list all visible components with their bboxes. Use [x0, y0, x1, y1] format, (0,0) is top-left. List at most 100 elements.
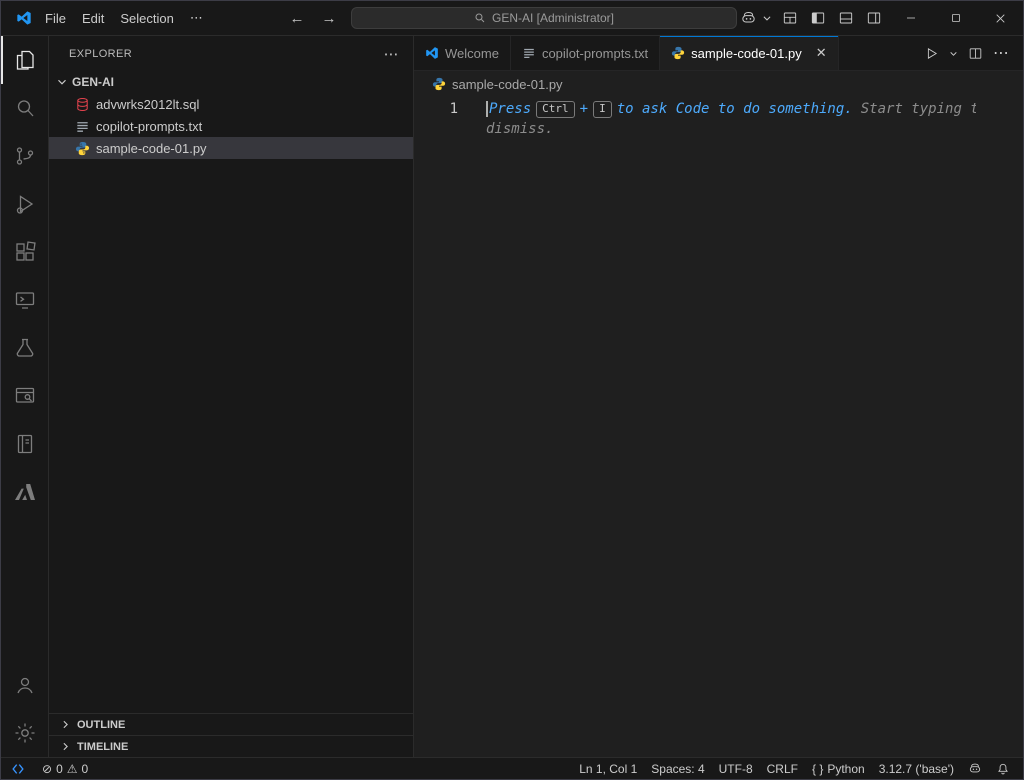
- chevron-down-icon[interactable]: [762, 1, 776, 35]
- language-mode[interactable]: { } Python: [805, 762, 872, 776]
- minimize-icon[interactable]: [888, 1, 933, 35]
- copilot-icon[interactable]: [734, 1, 762, 35]
- explorer-icon[interactable]: [1, 36, 49, 84]
- ghost-text-mid: to ask Code to do something.: [617, 99, 853, 119]
- titlebar-actions: [734, 1, 1023, 35]
- search-label: GEN-AI [Administrator]: [492, 11, 614, 25]
- panel-right-icon[interactable]: [860, 1, 888, 35]
- file-name: sample-code-01.py: [96, 141, 207, 156]
- menu-file[interactable]: File: [37, 8, 74, 29]
- panel-bottom-icon[interactable]: [832, 1, 860, 35]
- tab-close-icon[interactable]: ✕: [816, 45, 827, 61]
- notebook-icon[interactable]: [1, 420, 49, 468]
- chevron-down-icon: [55, 75, 69, 89]
- settings-gear-icon[interactable]: [1, 709, 49, 757]
- root-folder-label: GEN-AI: [72, 75, 114, 89]
- text-file-icon: [75, 119, 90, 134]
- tab-label: sample-code-01.py: [691, 46, 802, 61]
- encoding[interactable]: UTF-8: [712, 762, 760, 776]
- more-actions-icon[interactable]: ⋯: [989, 39, 1013, 67]
- breadcrumb[interactable]: sample-code-01.py: [414, 71, 1023, 97]
- code-area[interactable]: Press Ctrl + I to ask Code to do somethi…: [458, 99, 1023, 757]
- bell-icon[interactable]: [989, 762, 1017, 776]
- tree-root-gen-ai[interactable]: GEN-AI: [49, 71, 413, 93]
- back-arrow-icon[interactable]: ←: [287, 10, 307, 27]
- titlebar: File Edit Selection ⋯ ← → GEN-AI [Admini…: [1, 1, 1023, 36]
- vscode-logo-icon: [11, 10, 37, 26]
- database-icon: [75, 97, 90, 112]
- ghost-text-lead: Press: [489, 99, 531, 119]
- explorer-title: EXPLORER: [69, 48, 132, 60]
- menu-edit[interactable]: Edit: [74, 8, 112, 29]
- python-interpreter[interactable]: 3.12.7 ('base'): [872, 762, 961, 776]
- explorer-header: EXPLORER ⋯: [49, 36, 413, 71]
- cursor-position[interactable]: Ln 1, Col 1: [572, 762, 644, 776]
- command-center: ← → GEN-AI [Administrator]: [287, 7, 737, 29]
- menu-overflow[interactable]: ⋯: [182, 7, 211, 29]
- split-editor-icon[interactable]: [964, 42, 987, 65]
- warning-icon: ⚠: [67, 762, 78, 776]
- line-numbers-gutter: 1: [414, 99, 458, 757]
- menu-selection[interactable]: Selection: [112, 8, 181, 29]
- account-icon[interactable]: [1, 661, 49, 709]
- tab-sample-code[interactable]: sample-code-01.py ✕: [660, 36, 838, 70]
- error-icon: ⊘: [42, 762, 52, 776]
- run-icon[interactable]: [920, 42, 943, 65]
- file-name: advwrks2012lt.sql: [96, 97, 199, 112]
- explorer-empty-space: [49, 159, 413, 713]
- file-row-txt[interactable]: copilot-prompts.txt: [49, 115, 413, 137]
- code-editor[interactable]: 1 Press Ctrl + I to ask Code to do somet…: [414, 97, 1023, 757]
- python-icon: [671, 46, 685, 60]
- testing-icon[interactable]: [1, 324, 49, 372]
- warning-count: 0: [82, 762, 89, 776]
- file-row-python[interactable]: sample-code-01.py: [49, 137, 413, 159]
- explorer-actions-icon[interactable]: ⋯: [384, 45, 399, 63]
- azure-icon[interactable]: [1, 468, 49, 516]
- eol-sequence[interactable]: CRLF: [760, 762, 805, 776]
- forward-arrow-icon[interactable]: →: [319, 10, 339, 27]
- chevron-right-icon: [59, 740, 72, 753]
- remote-icon[interactable]: [1, 758, 35, 779]
- ghost-text-tail: Start typing to: [861, 99, 976, 119]
- status-bar: ⊘ 0 ⚠ 0 Ln 1, Col 1 Spaces: 4 UTF-8 CRLF…: [1, 757, 1023, 779]
- vscode-window: File Edit Selection ⋯ ← → GEN-AI [Admini…: [0, 0, 1024, 780]
- layout-grid-icon[interactable]: [776, 1, 804, 35]
- panel-left-icon[interactable]: [804, 1, 832, 35]
- vscode-icon: [425, 46, 439, 60]
- search-icon[interactable]: [1, 84, 49, 132]
- code-line-wrap: dismiss.: [486, 119, 976, 139]
- file-row-sql[interactable]: advwrks2012lt.sql: [49, 93, 413, 115]
- keycap-ctrl: Ctrl: [536, 101, 575, 118]
- copilot-icon[interactable]: [961, 762, 989, 776]
- remote-explorer-icon[interactable]: [1, 276, 49, 324]
- timeline-section-header[interactable]: TIMELINE: [49, 735, 413, 757]
- line-number: 1: [414, 99, 458, 119]
- breadcrumb-file: sample-code-01.py: [452, 77, 563, 92]
- indentation[interactable]: Spaces: 4: [644, 762, 711, 776]
- section-label: TIMELINE: [77, 741, 128, 753]
- editor-group: Welcome copilot-prompts.txt sample-code-…: [414, 36, 1023, 757]
- tab-copilot-prompts[interactable]: copilot-prompts.txt: [511, 36, 660, 70]
- maximize-icon[interactable]: [933, 1, 978, 35]
- tab-bar: Welcome copilot-prompts.txt sample-code-…: [414, 36, 1023, 71]
- activity-bar: [1, 36, 49, 757]
- command-center-search[interactable]: GEN-AI [Administrator]: [351, 7, 737, 29]
- ghost-text-plus: +: [580, 99, 588, 119]
- code-line-1: Press Ctrl + I to ask Code to do somethi…: [486, 99, 976, 119]
- source-control-icon[interactable]: [1, 132, 49, 180]
- problems-status[interactable]: ⊘ 0 ⚠ 0: [35, 758, 95, 779]
- close-icon[interactable]: [978, 1, 1023, 35]
- extensions-icon[interactable]: [1, 228, 49, 276]
- outline-section-header[interactable]: OUTLINE: [49, 713, 413, 735]
- live-preview-icon[interactable]: [1, 372, 49, 420]
- run-debug-icon[interactable]: [1, 180, 49, 228]
- tab-welcome[interactable]: Welcome: [414, 36, 511, 70]
- explorer-sidebar: EXPLORER ⋯ GEN-AI advwrks2012lt.sql cop: [49, 36, 414, 757]
- section-label: OUTLINE: [77, 719, 125, 731]
- language-label: Python: [827, 762, 864, 776]
- chevron-right-icon: [59, 718, 72, 731]
- chevron-down-icon[interactable]: [945, 45, 962, 62]
- file-name: copilot-prompts.txt: [96, 119, 202, 134]
- text-cursor: [486, 101, 488, 117]
- main-area: EXPLORER ⋯ GEN-AI advwrks2012lt.sql cop: [1, 36, 1023, 757]
